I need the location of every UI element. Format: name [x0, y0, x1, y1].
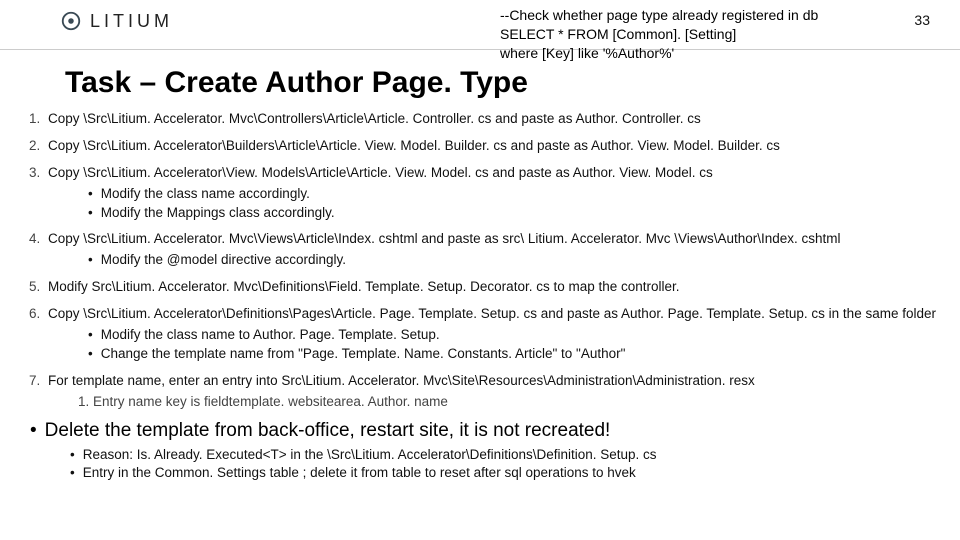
list-item: Copy \Src\Litium. Accelerator\View. Mode…: [44, 164, 960, 223]
sub-item: Modify the class name to Author. Page. T…: [88, 326, 960, 345]
final-sub-item: Reason: Is. Already. Executed<T> in the …: [70, 446, 960, 465]
top-note-line-3: where [Key] like '%Author%': [500, 44, 818, 63]
sub-item: Modify the Mappings class accordingly.: [88, 204, 960, 223]
list-item: Copy \Src\Litium. Accelerator. Mvc\Contr…: [44, 110, 960, 129]
list-item: Modify Src\Litium. Accelerator. Mvc\Defi…: [44, 278, 960, 297]
sub-item: Modify the @model directive accordingly.: [88, 251, 960, 270]
list-item: Copy \Src\Litium. Accelerator\Definition…: [44, 305, 960, 364]
list-item: For template name, enter an entry into S…: [44, 372, 960, 412]
final-warning: •Delete the template from back-office, r…: [30, 420, 960, 442]
list-item: Copy \Src\Litium. Accelerator\Builders\A…: [44, 137, 960, 156]
top-note-line-2: SELECT * FROM [Common]. [Setting]: [500, 25, 818, 44]
page-title: Task – Create Author Page. Type: [65, 66, 960, 100]
inner-item: Entry name key is fieldtemplate. website…: [93, 393, 960, 412]
final-sub-item: Entry in the Common. Settings table ; de…: [70, 464, 960, 483]
final-sub-list: Reason: Is. Already. Executed<T> in the …: [70, 446, 960, 484]
list-item: Copy \Src\Litium. Accelerator. Mvc\Views…: [44, 230, 960, 270]
sub-item: Modify the class name accordingly.: [88, 185, 960, 204]
task-list: Copy \Src\Litium. Accelerator. Mvc\Contr…: [4, 110, 960, 412]
page-number: 33: [914, 12, 930, 28]
sub-item: Change the template name from "Page. Tem…: [88, 345, 960, 364]
top-note-line-1: --Check whether page type already regist…: [500, 6, 818, 25]
logo-text: LITIUM: [90, 11, 173, 32]
top-note: --Check whether page type already regist…: [500, 6, 818, 63]
litium-logo-icon: [60, 10, 82, 32]
